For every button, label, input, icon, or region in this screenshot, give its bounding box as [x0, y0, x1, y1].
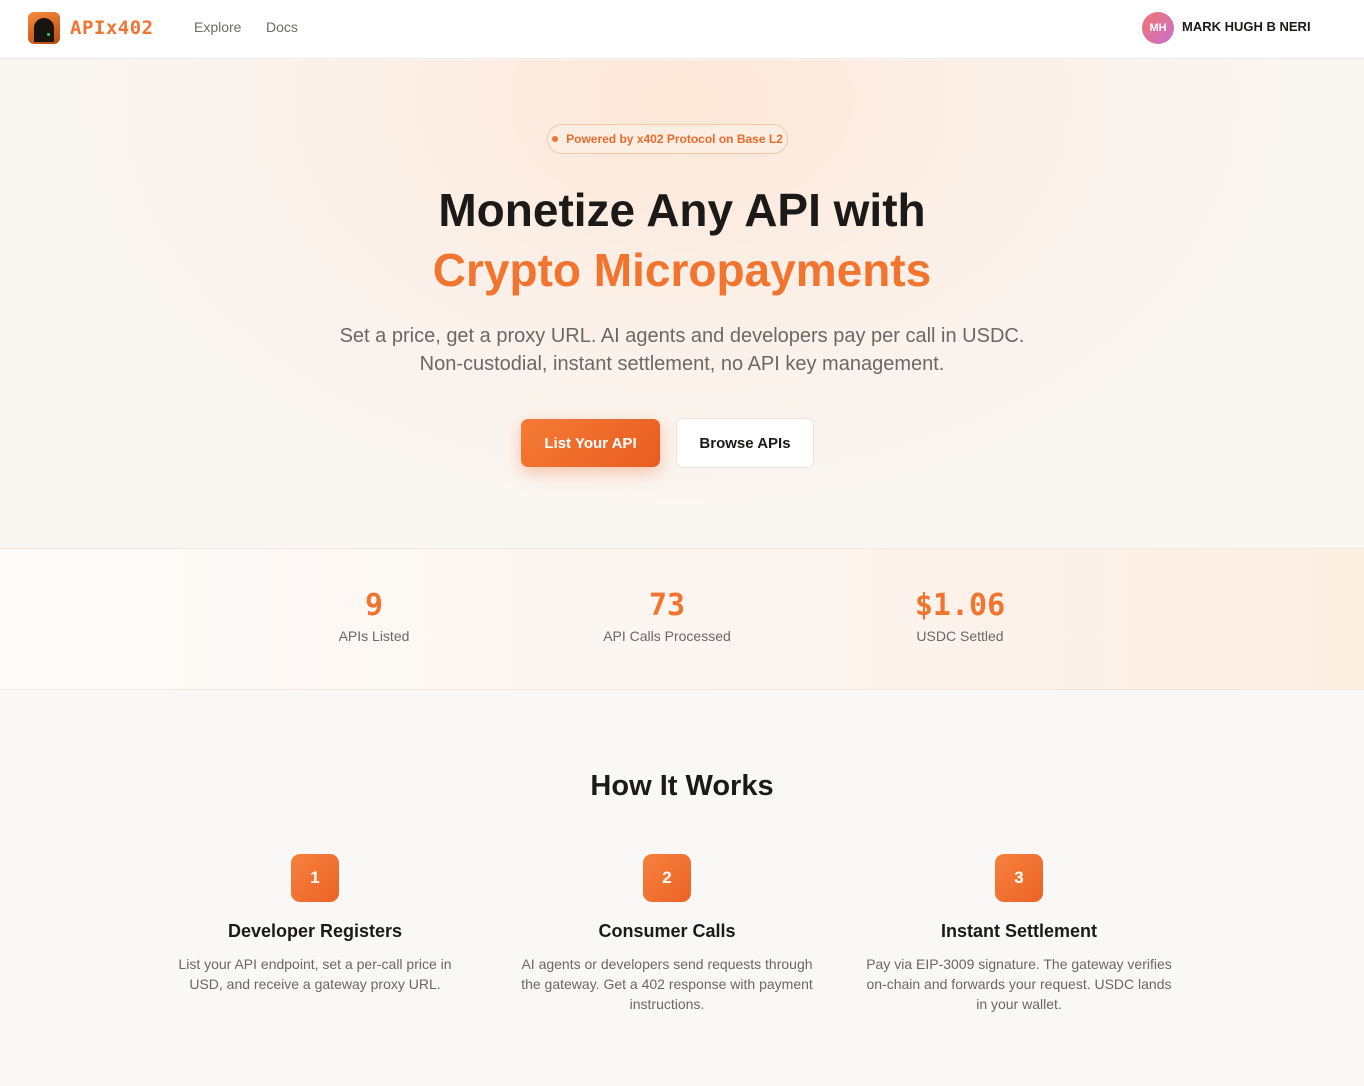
- step-title: Consumer Calls: [598, 921, 736, 941]
- step-number-badge: 1: [291, 854, 339, 902]
- how-it-works-title: How It Works: [590, 770, 774, 802]
- logo-icon[interactable]: [28, 12, 60, 44]
- step-card: 1 Developer Registers List your API endp…: [155, 854, 475, 992]
- protocol-badge: Powered by x402 Protocol on Base L2: [547, 124, 788, 154]
- step-description: List your API endpoint, set a per-call p…: [178, 956, 452, 992]
- nav-docs-link[interactable]: Docs: [266, 19, 298, 35]
- step-title: Developer Registers: [227, 921, 403, 941]
- stat-label: API Calls Processed: [603, 628, 731, 644]
- step-description: Pay via EIP-3009 signature. The gateway …: [866, 956, 1172, 1012]
- stat-value: $1.06: [914, 588, 1006, 623]
- step-number-badge: 3: [995, 854, 1043, 902]
- step-card: 2 Consumer Calls AI agents or developers…: [507, 854, 827, 1012]
- hero-title: Monetize Any API with Crypto Micropaymen…: [0, 180, 1364, 300]
- browse-apis-button[interactable]: Browse APIs: [676, 418, 814, 468]
- user-avatar[interactable]: MH: [1142, 12, 1174, 44]
- top-nav: APIx402 Explore Docs MH MARK HUGH B NERI: [0, 0, 1364, 59]
- stat-value: 73: [648, 588, 686, 623]
- stat-apis-listed: 9 APIs Listed: [254, 588, 494, 644]
- stat-usdc-settled: $1.06 USDC Settled: [840, 588, 1080, 644]
- hero-subtitle: Set a price, get a proxy URL. AI agents …: [339, 325, 1025, 375]
- step-description: AI agents or developers send requests th…: [521, 956, 813, 1012]
- hero-title-line1: Monetize Any API with: [438, 184, 926, 236]
- badge-dot-icon: [552, 136, 559, 142]
- logo-text[interactable]: APIx402: [70, 17, 154, 39]
- step-title: Instant Settlement: [940, 921, 1098, 941]
- stat-value: 9: [364, 588, 384, 623]
- step-card: 3 Instant Settlement Pay via EIP-3009 si…: [859, 854, 1179, 1012]
- nav-explore-link[interactable]: Explore: [194, 19, 241, 35]
- step-number-badge: 2: [643, 854, 691, 902]
- stat-label: APIs Listed: [338, 628, 410, 644]
- stat-label: USDC Settled: [916, 628, 1004, 644]
- hero-title-line2: Crypto Micropayments: [432, 244, 932, 296]
- stat-api-calls: 73 API Calls Processed: [547, 588, 787, 644]
- badge-text: Powered by x402 Protocol on Base L2: [566, 132, 783, 146]
- user-name[interactable]: MARK HUGH B NERI: [1182, 19, 1311, 34]
- list-your-api-button[interactable]: List Your API: [521, 419, 660, 467]
